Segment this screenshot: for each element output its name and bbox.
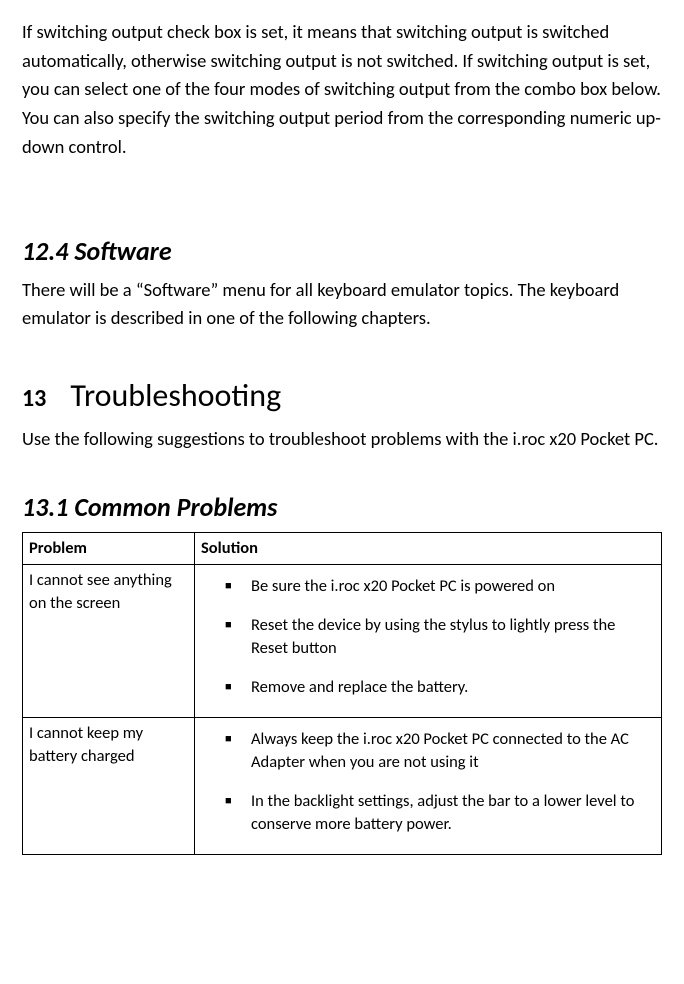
- solution-item: Be sure the i.roc x20 Pocket PC is power…: [231, 575, 647, 598]
- solution-item: Remove and replace the battery.: [231, 676, 647, 699]
- table-header-row: Problem Solution: [23, 532, 662, 564]
- heading-13-1-common-problems: 13.1 Common Problems: [22, 487, 662, 527]
- solution-cell: Be sure the i.roc x20 Pocket PC is power…: [195, 564, 662, 717]
- solution-item: Reset the device by using the stylus to …: [231, 614, 647, 660]
- problem-cell: I cannot keep my battery charged: [23, 718, 195, 855]
- solution-item: In the backlight settings, adjust the ba…: [231, 790, 647, 836]
- heading-13-title: Troubleshooting: [70, 371, 281, 421]
- text-12-4: There will be a “Software” menu for all …: [22, 276, 662, 333]
- heading-13-number: 13: [22, 380, 46, 417]
- table-row: I cannot keep my battery charged Always …: [23, 718, 662, 855]
- col-header-solution: Solution: [195, 532, 662, 564]
- common-problems-table: Problem Solution I cannot see anything o…: [22, 532, 662, 856]
- heading-12-4-software: 12.4 Software: [22, 231, 662, 271]
- col-header-problem: Problem: [23, 532, 195, 564]
- solution-item: Always keep the i.roc x20 Pocket PC conn…: [231, 728, 647, 774]
- intro-paragraph: If switching output check box is set, it…: [22, 18, 662, 161]
- heading-13-troubleshooting: 13 Troubleshooting: [22, 371, 662, 421]
- problem-cell: I cannot see anything on the screen: [23, 564, 195, 717]
- table-row: I cannot see anything on the screen Be s…: [23, 564, 662, 717]
- text-13: Use the following suggestions to trouble…: [22, 425, 662, 454]
- solution-cell: Always keep the i.roc x20 Pocket PC conn…: [195, 718, 662, 855]
